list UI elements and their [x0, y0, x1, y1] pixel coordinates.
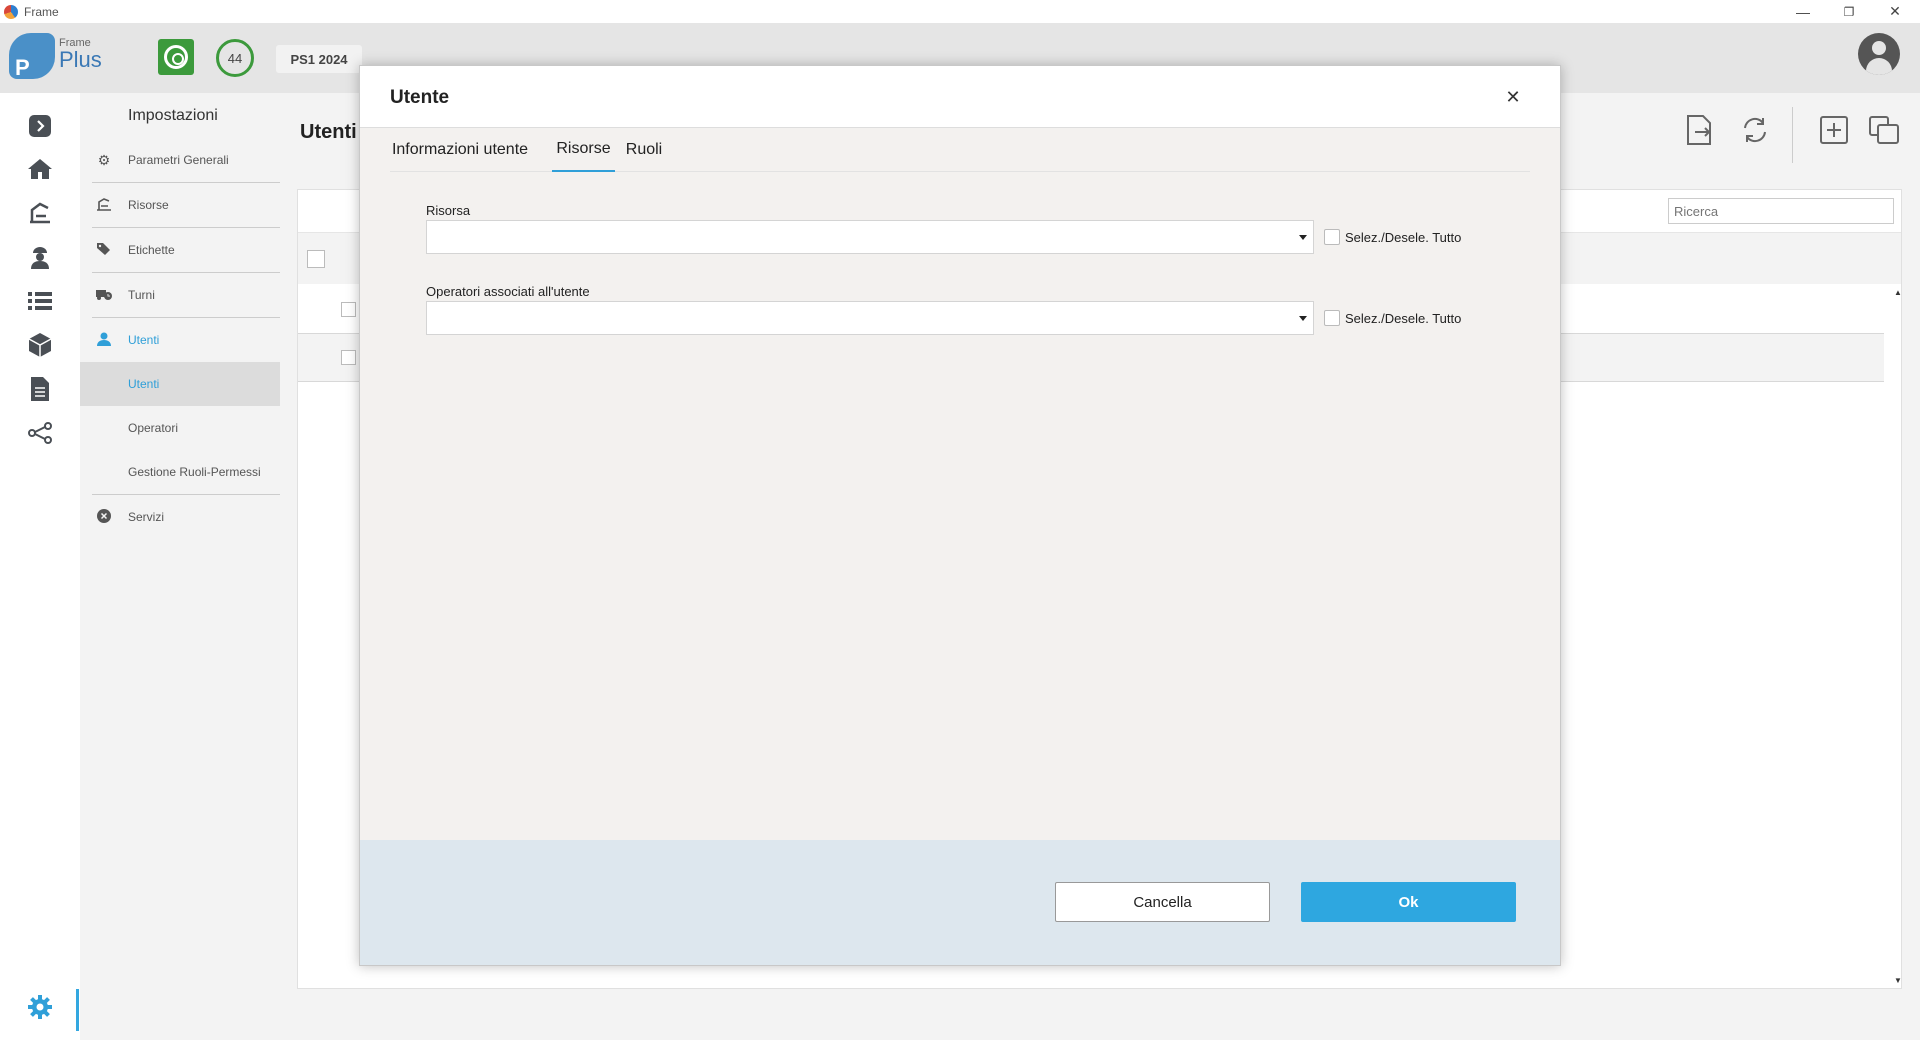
page-title: Utenti	[300, 121, 357, 143]
gear-icon: ⚙	[97, 151, 111, 168]
cancel-button[interactable]: Cancella	[1055, 882, 1270, 922]
operatori-select-all-checkbox[interactable]	[1324, 310, 1340, 326]
submenu-item-label: Operatori	[128, 421, 179, 435]
menu-item-label: Etichette	[128, 243, 175, 257]
share-icon[interactable]	[27, 420, 53, 446]
submenu-item-label: Utenti	[128, 377, 160, 391]
user-icon	[80, 332, 128, 349]
submenu-item-operatori[interactable]: Operatori	[80, 406, 280, 450]
dialog-footer: Cancella Ok	[360, 840, 1560, 965]
operatori-label: Operatori associati all'utente	[426, 284, 590, 299]
row-checkbox[interactable]	[341, 302, 356, 317]
risorsa-label: Risorsa	[426, 203, 471, 218]
menu-item-label: Parametri Generali	[128, 153, 229, 167]
row-checkbox[interactable]	[341, 350, 356, 365]
operatori-select[interactable]	[426, 301, 1314, 335]
select-all-checkbox[interactable]	[307, 250, 325, 268]
scroll-down-arrow-icon[interactable]: ▼	[1894, 976, 1902, 985]
expand-icon[interactable]	[27, 113, 53, 139]
tab-informazioni-utente[interactable]: Informazioni utente	[390, 128, 530, 172]
tags-icon	[80, 242, 128, 259]
menu-item-label: Turni	[128, 288, 155, 302]
duplicate-icon[interactable]	[1867, 113, 1901, 147]
list-icon[interactable]	[27, 288, 53, 314]
worker-icon[interactable]	[27, 244, 53, 270]
export-icon[interactable]	[1683, 113, 1717, 147]
counter-badge[interactable]: 44	[216, 39, 254, 77]
chevron-down-icon	[1299, 316, 1307, 321]
menu-item-servizi[interactable]: Servizi	[80, 495, 280, 539]
close-window-button[interactable]: ✕	[1872, 0, 1918, 23]
app-icon	[4, 4, 18, 19]
select-all-label: Selez./Desele. Tutto	[1345, 310, 1462, 326]
select-all-label: Selez./Desele. Tutto	[1345, 229, 1462, 245]
frame-plus-logo[interactable]: P Frame Plus	[9, 33, 102, 83]
user-avatar-icon[interactable]	[1858, 33, 1900, 75]
truck-clock-icon	[80, 287, 128, 304]
user-dialog: Utente ✕ Informazioni utente Risorse Ruo…	[359, 65, 1561, 966]
restore-button[interactable]: ❐	[1826, 0, 1872, 23]
wheel-button[interactable]	[158, 39, 194, 75]
menu-item-etichette[interactable]: Etichette	[80, 228, 280, 272]
plant-tag[interactable]: PS1 2024	[276, 45, 362, 73]
risorsa-select-all[interactable]: Selez./Desele. Tutto	[1324, 229, 1461, 245]
ok-button[interactable]: Ok	[1301, 882, 1516, 922]
menu-title: Impostazioni	[128, 107, 218, 124]
menu-item-turni[interactable]: Turni	[80, 273, 280, 317]
wheel-icon	[164, 45, 188, 69]
scroll-up-arrow-icon[interactable]: ▲	[1894, 288, 1902, 297]
home-icon[interactable]	[27, 156, 53, 182]
logo-letter: P	[15, 55, 30, 80]
box-icon[interactable]	[27, 332, 53, 358]
machine-icon[interactable]	[27, 200, 53, 226]
window-title: Frame	[24, 4, 59, 19]
grid-search-input[interactable]	[1668, 198, 1894, 224]
menu-item-label: Utenti	[128, 333, 160, 347]
menu-item-parametri-generali[interactable]: ⚙ Parametri Generali	[80, 138, 280, 182]
submenu-item-label: Gestione Ruoli-Permessi	[128, 465, 261, 479]
chevron-down-icon	[1299, 235, 1307, 240]
close-icon[interactable]: ✕	[1500, 84, 1526, 110]
window-titlebar: Frame — ❐ ✕	[0, 0, 1920, 23]
dialog-tabs: Informazioni utente Risorse Ruoli	[390, 128, 1530, 172]
dialog-header: Utente ✕	[360, 66, 1560, 128]
toolbar-separator	[1792, 107, 1793, 163]
submenu-item-utenti[interactable]: Utenti	[80, 362, 280, 406]
add-icon[interactable]	[1817, 113, 1851, 147]
menu-item-risorse[interactable]: Risorse	[80, 183, 280, 227]
refresh-icon[interactable]	[1738, 113, 1772, 147]
close-circle-icon	[80, 508, 128, 526]
tab-risorse[interactable]: Risorse	[552, 128, 615, 172]
risorsa-select[interactable]	[426, 220, 1314, 254]
tab-ruoli[interactable]: Ruoli	[624, 128, 664, 172]
machine-icon	[80, 197, 128, 214]
dialog-title: Utente	[390, 87, 450, 108]
settings-gear-icon[interactable]	[27, 994, 53, 1020]
minimize-button[interactable]: —	[1780, 0, 1826, 23]
submenu-item-gestione-ruoli[interactable]: Gestione Ruoli-Permessi	[80, 450, 280, 494]
menu-item-label: Risorse	[128, 198, 169, 212]
risorsa-select-all-checkbox[interactable]	[1324, 229, 1340, 245]
logo-big-text: Plus	[59, 47, 102, 72]
menu-item-utenti[interactable]: Utenti	[80, 318, 280, 362]
operatori-select-all[interactable]: Selez./Desele. Tutto	[1324, 310, 1461, 326]
rail-active-indicator	[76, 989, 79, 1031]
document-icon[interactable]	[27, 376, 53, 402]
settings-menu: Impostazioni ⚙ Parametri Generali Risors…	[80, 93, 280, 1040]
menu-item-label: Servizi	[128, 510, 165, 524]
left-rail	[0, 93, 80, 1040]
